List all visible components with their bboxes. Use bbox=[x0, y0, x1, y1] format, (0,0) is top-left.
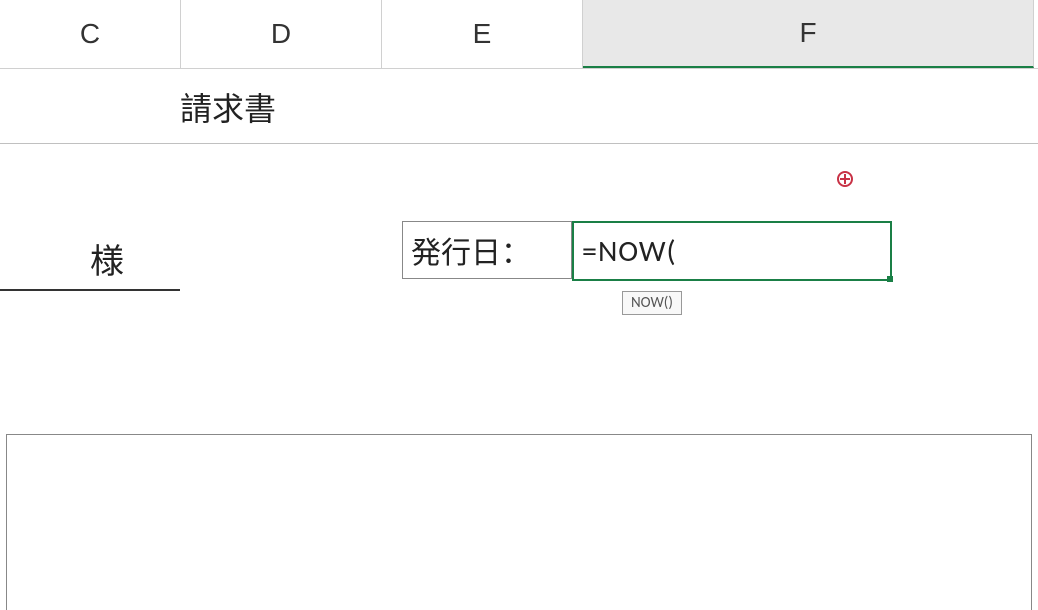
invoice-title: 請求書 bbox=[180, 84, 276, 130]
column-header-f[interactable]: F bbox=[583, 0, 1034, 68]
recipient-underline bbox=[0, 289, 180, 291]
formula-tooltip[interactable]: NOW() bbox=[622, 291, 682, 315]
column-header-e[interactable]: E bbox=[382, 0, 583, 68]
issue-date-label-cell[interactable]: 発行日： bbox=[402, 221, 572, 279]
column-header-c[interactable]: C bbox=[0, 0, 181, 68]
column-header-d[interactable]: D bbox=[181, 0, 382, 68]
merged-cell-box[interactable] bbox=[6, 434, 1032, 610]
divider bbox=[0, 143, 1038, 144]
column-header-row: C D E F bbox=[0, 0, 1038, 69]
recipient-suffix: 様 bbox=[90, 234, 124, 283]
active-cell-formula-input[interactable]: =NOW( bbox=[572, 221, 892, 281]
plus-cursor-icon bbox=[836, 170, 854, 188]
